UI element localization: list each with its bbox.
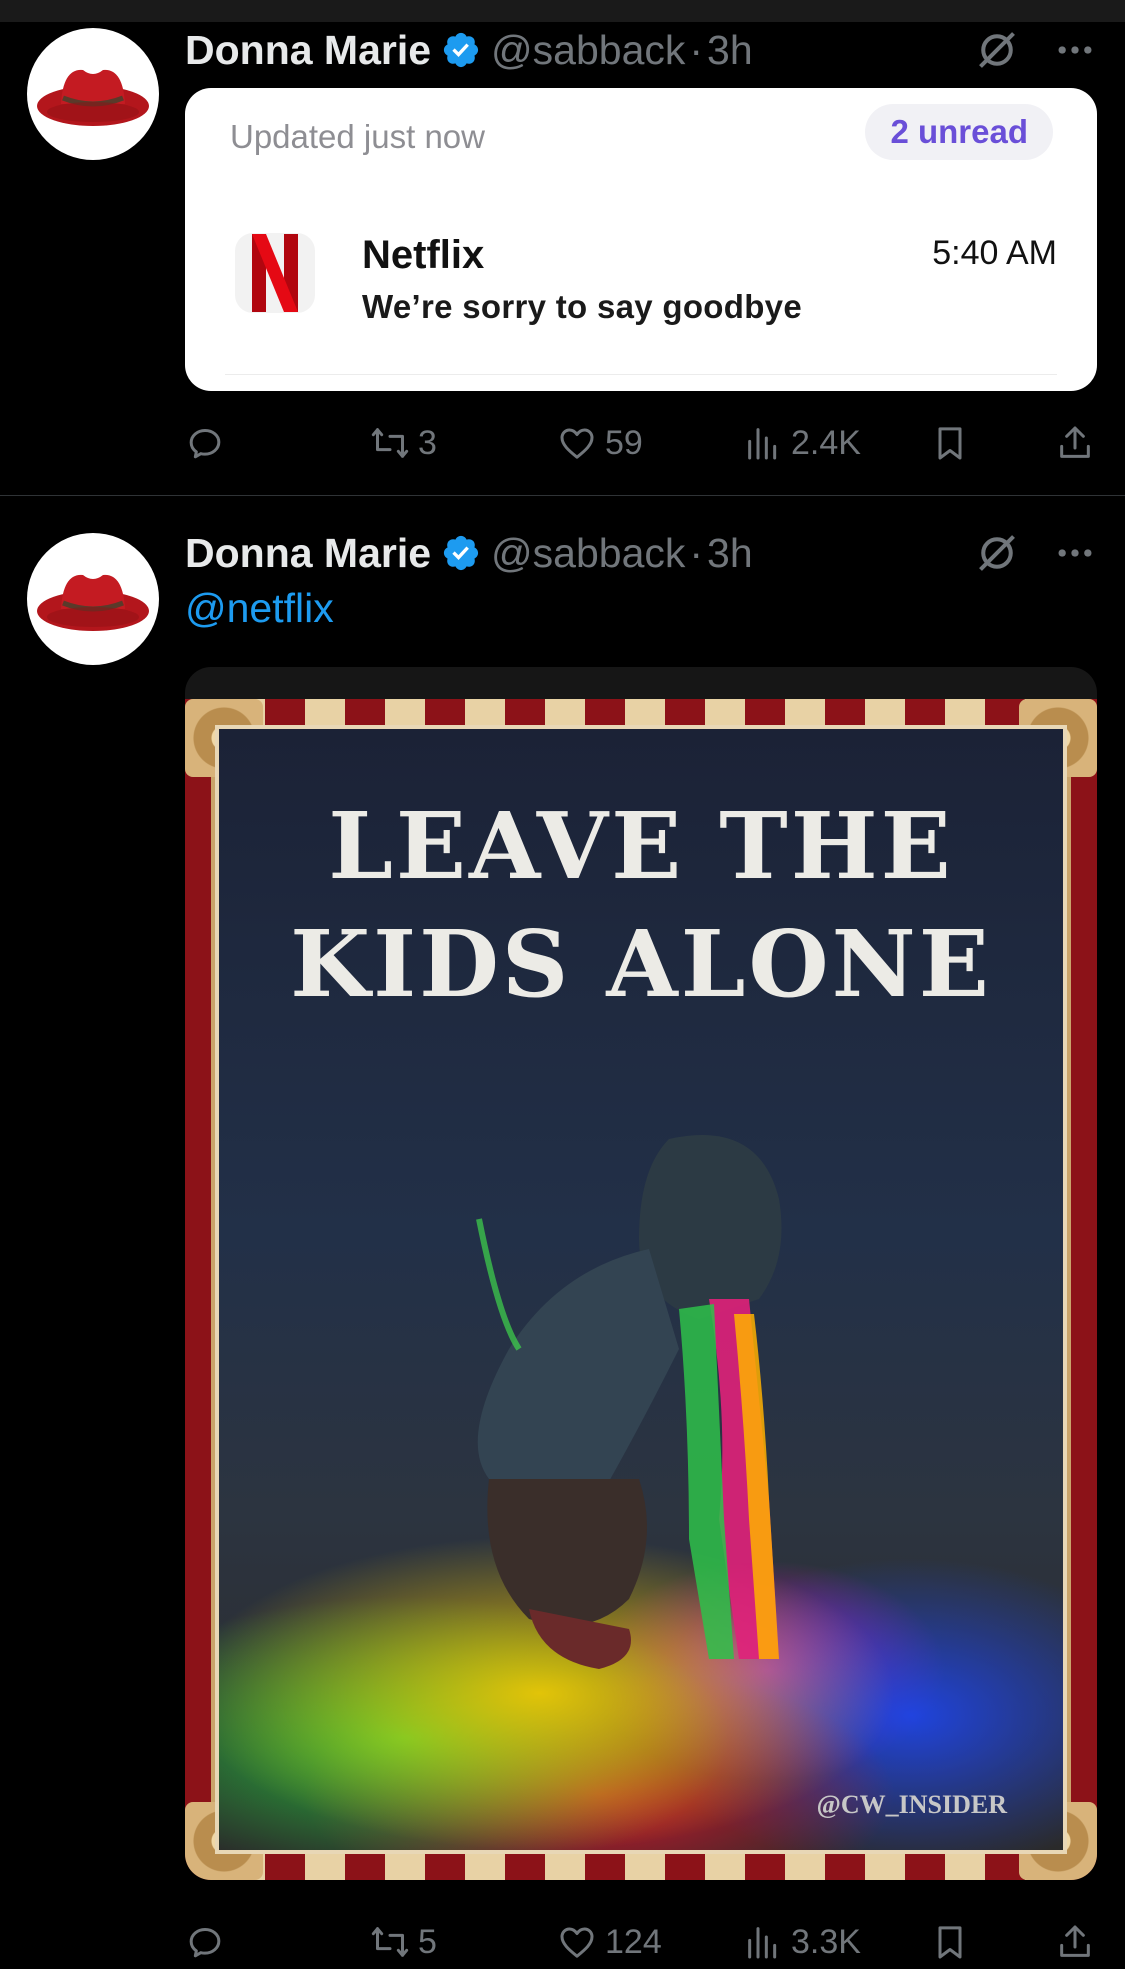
notification-time: 5:40 AM xyxy=(932,234,1057,272)
netflix-icon xyxy=(235,233,315,313)
mention-link[interactable]: @netflix xyxy=(185,585,334,632)
verified-badge-icon xyxy=(443,535,479,571)
repost-button[interactable]: 3 xyxy=(370,413,437,473)
verified-badge-icon xyxy=(443,32,479,68)
notification-app-name: Netflix xyxy=(362,233,485,277)
like-button[interactable]: 124 xyxy=(557,1912,662,1969)
heart-icon xyxy=(560,428,594,459)
tweet-header: Donna Marie @sabback · 3h xyxy=(185,22,1097,78)
views-button[interactable]: 2.4K xyxy=(743,413,861,473)
reply-button[interactable] xyxy=(185,1912,233,1969)
tweet[interactable]: Donna Marie @sabback · 3h Updated just n… xyxy=(0,22,1125,496)
tweet-actions: 5 124 3.3K xyxy=(185,1912,1097,1969)
notification-message: We’re sorry to say goodbye xyxy=(362,288,802,325)
views-icon xyxy=(748,428,777,460)
divider xyxy=(225,374,1057,375)
views-button[interactable]: 3.3K xyxy=(743,1912,861,1969)
share-button[interactable] xyxy=(1055,413,1095,473)
unread-badge: 2 unread xyxy=(865,104,1053,160)
reply-icon xyxy=(189,1928,221,1958)
repost-count: 3 xyxy=(418,423,437,462)
cowboy-hat-icon xyxy=(37,574,149,631)
tweet-media-image[interactable]: LEAVE THE KIDS ALONE @CW_INSIDER xyxy=(185,667,1097,1880)
notification-card[interactable]: Updated just now 2 unread Netflix We’re … xyxy=(185,88,1097,391)
bookmark-icon xyxy=(938,1926,962,1959)
views-count: 3.3K xyxy=(791,1922,861,1961)
author-handle[interactable]: @sabback xyxy=(491,530,685,577)
repost-icon xyxy=(371,428,409,458)
repost-button[interactable]: 5 xyxy=(370,1912,437,1969)
author-name[interactable]: Donna Marie xyxy=(185,27,431,74)
tweet-time[interactable]: 3h xyxy=(707,530,753,577)
tweet-time[interactable]: 3h xyxy=(707,27,753,74)
more-icon[interactable] xyxy=(1053,531,1097,575)
bookmark-button[interactable] xyxy=(930,1912,970,1969)
hooded-child-illustration xyxy=(476,1135,782,1669)
bookmark-icon xyxy=(938,427,962,460)
status-bar xyxy=(0,0,1125,22)
notification-updated-text: Updated just now xyxy=(230,118,485,155)
like-count: 59 xyxy=(605,423,643,462)
tweet-header: Donna Marie @sabback · 3h xyxy=(185,525,1097,581)
separator: · xyxy=(689,26,704,73)
avatar[interactable] xyxy=(27,533,159,665)
grok-icon[interactable] xyxy=(975,531,1019,575)
more-icon[interactable] xyxy=(1053,28,1097,72)
separator: · xyxy=(689,529,704,576)
poster-watermark: @CW_INSIDER xyxy=(816,1790,1007,1819)
reply-button[interactable] xyxy=(185,413,233,473)
reply-icon xyxy=(189,429,221,459)
poster-art: LEAVE THE KIDS ALONE @CW_INSIDER xyxy=(215,725,1067,1854)
like-count: 124 xyxy=(605,1922,662,1961)
author-name[interactable]: Donna Marie xyxy=(185,530,431,577)
avatar[interactable] xyxy=(27,28,159,160)
author-handle[interactable]: @sabback xyxy=(491,27,685,74)
heart-icon xyxy=(560,1927,594,1958)
like-button[interactable]: 59 xyxy=(557,413,643,473)
grok-icon[interactable] xyxy=(975,28,1019,72)
poster-frame: LEAVE THE KIDS ALONE @CW_INSIDER xyxy=(185,699,1097,1880)
share-icon xyxy=(1060,426,1090,458)
tweet-actions: 3 59 2.4K xyxy=(185,413,1097,473)
repost-count: 5 xyxy=(418,1922,437,1961)
views-icon xyxy=(748,1927,777,1959)
repost-icon xyxy=(371,1927,409,1957)
tweet[interactable]: Donna Marie @sabback · 3h @netflix LEAVE… xyxy=(0,497,1125,1969)
share-button[interactable] xyxy=(1055,1912,1095,1969)
views-count: 2.4K xyxy=(791,423,861,462)
cowboy-hat-icon xyxy=(37,69,149,126)
share-icon xyxy=(1060,1925,1090,1957)
bookmark-button[interactable] xyxy=(930,413,970,473)
poster-title: LEAVE THE KIDS ALONE xyxy=(290,792,992,1018)
